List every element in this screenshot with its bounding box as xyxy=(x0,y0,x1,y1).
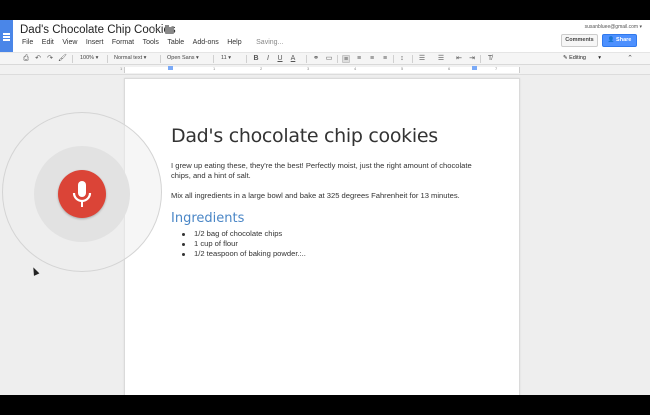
menu-addons[interactable]: Add-ons xyxy=(193,39,219,46)
redo-icon[interactable]: ↷ xyxy=(46,55,54,63)
document-heading[interactable]: Dad's chocolate chip cookies xyxy=(171,125,438,147)
style-select[interactable]: Normal text ▾ xyxy=(114,55,146,61)
person-icon: 👤 xyxy=(607,37,615,43)
justify-icon[interactable]: ≡ xyxy=(381,55,389,63)
mouse-cursor xyxy=(30,266,40,276)
paragraph-intro[interactable]: I grew up eating these, they're the best… xyxy=(171,161,491,181)
microphone-button[interactable] xyxy=(58,170,106,218)
menu-format[interactable]: Format xyxy=(112,39,134,46)
menu-insert[interactable]: Insert xyxy=(86,39,104,46)
comment-icon[interactable]: ▭ xyxy=(325,55,333,63)
saving-status: Saving... xyxy=(256,39,284,46)
bold-icon[interactable]: B xyxy=(252,55,260,63)
docs-logo-icon[interactable] xyxy=(0,20,13,52)
comments-button[interactable]: Comments xyxy=(561,34,598,47)
decrease-indent-icon[interactable]: ⇤ xyxy=(455,55,463,63)
list-item[interactable]: 1 cup of flour xyxy=(181,239,306,249)
pencil-icon: ✎ xyxy=(563,55,568,61)
paragraph-instructions[interactable]: Mix all ingredients in a large bowl and … xyxy=(171,191,491,201)
menu-view[interactable]: View xyxy=(62,39,77,46)
paint-format-icon[interactable]: 🖌 xyxy=(58,55,67,63)
clear-formatting-icon[interactable]: T̸ xyxy=(486,55,494,63)
font-select[interactable]: Open Sans ▾ xyxy=(167,55,199,61)
document-page[interactable]: Dad's chocolate chip cookies I grew up e… xyxy=(124,78,520,395)
numbered-list-icon[interactable]: ☰ xyxy=(418,55,426,63)
underline-icon[interactable]: U xyxy=(276,55,284,63)
menu-tools[interactable]: Tools xyxy=(143,39,159,46)
menu-file[interactable]: File xyxy=(22,39,33,46)
app-header: Dad's Chocolate Chip Cookies ☆ File Edit… xyxy=(0,20,650,52)
align-center-icon[interactable]: ≡ xyxy=(355,55,363,63)
italic-icon[interactable]: I xyxy=(264,55,272,63)
menu-table[interactable]: Table xyxy=(167,39,184,46)
star-icon[interactable]: ☆ xyxy=(151,24,160,35)
indent-marker[interactable] xyxy=(168,66,173,70)
list-item[interactable]: 1/2 bag of chocolate chips xyxy=(181,229,306,239)
align-right-icon[interactable]: ≡ xyxy=(368,55,376,63)
ingredient-list: 1/2 bag of chocolate chips 1 cup of flou… xyxy=(181,229,306,259)
formatting-toolbar: ⎙ ↶ ↷ 🖌 100% ▾ Normal text ▾ Open Sans ▾… xyxy=(0,52,650,65)
ingredients-heading[interactable]: Ingredients xyxy=(171,211,244,226)
user-email[interactable]: susanbluee@gmail.com ▾ xyxy=(585,24,642,30)
print-icon[interactable]: ⎙ xyxy=(22,55,30,63)
list-item[interactable]: 1/2 teaspoon of baking powder.:.. xyxy=(181,249,306,259)
link-icon[interactable]: ⚭ xyxy=(312,55,320,63)
right-indent-marker[interactable] xyxy=(472,66,477,70)
microphone-icon xyxy=(72,181,92,207)
font-size-select[interactable]: 11 ▾ xyxy=(221,55,231,61)
menu-bar: File Edit View Insert Format Tools Table… xyxy=(22,39,292,46)
increase-indent-icon[interactable]: ⇥ xyxy=(468,55,476,63)
undo-icon[interactable]: ↶ xyxy=(34,55,42,63)
editing-mode-select[interactable]: ✎ Editing ▾ xyxy=(563,55,601,61)
zoom-select[interactable]: 100% ▾ xyxy=(80,55,98,61)
menu-edit[interactable]: Edit xyxy=(42,39,54,46)
collapse-toolbar-icon[interactable]: ⌃ xyxy=(626,55,634,63)
folder-icon[interactable] xyxy=(165,25,174,34)
align-left-icon[interactable]: ≡ xyxy=(342,54,350,63)
text-color-icon[interactable]: A xyxy=(289,55,297,63)
line-spacing-icon[interactable]: ↕ xyxy=(398,55,406,63)
ruler: 1 1 2 3 4 5 6 7 xyxy=(0,65,650,75)
docs-window: Dad's Chocolate Chip Cookies ☆ File Edit… xyxy=(0,20,650,395)
bulleted-list-icon[interactable]: ☰ xyxy=(437,55,445,63)
share-button[interactable]: 👤 Share xyxy=(602,34,637,47)
menu-help[interactable]: Help xyxy=(227,39,241,46)
